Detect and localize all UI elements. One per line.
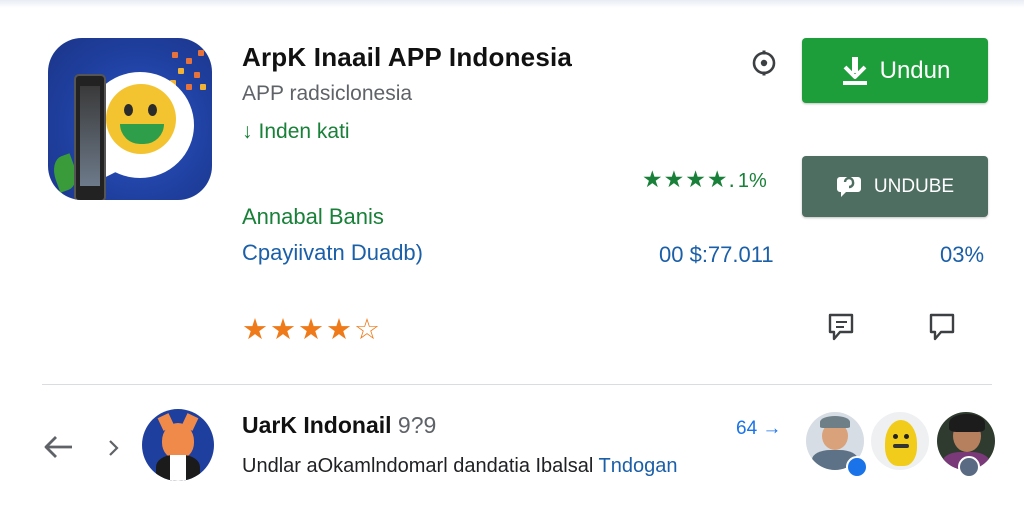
stat-percent: 03% xyxy=(940,242,985,267)
flag-icon[interactable] xyxy=(826,312,856,344)
download-label: Undun xyxy=(879,56,951,84)
star-rating: ★★★★☆ xyxy=(242,314,382,346)
review-count: 64 xyxy=(736,418,758,439)
download-button[interactable]: Undun xyxy=(802,38,988,103)
review-desc-link[interactable]: Tndogan xyxy=(599,455,678,477)
stat-value: 00 $:77.011 xyxy=(659,242,774,267)
reviewer-number: 9?9 xyxy=(397,412,437,438)
right-arrow-icon: → xyxy=(762,418,782,439)
settings-icon[interactable] xyxy=(751,50,777,76)
chevron-right-icon[interactable] xyxy=(106,436,122,460)
green-stars: ★★★★. xyxy=(642,166,736,192)
app-logo-icon xyxy=(48,38,212,200)
chat-icon xyxy=(836,176,861,197)
download-icon xyxy=(842,56,867,85)
installed-label: Inden kati xyxy=(258,120,350,143)
section-divider xyxy=(42,384,992,385)
down-arrow-icon: ↓ xyxy=(242,120,253,143)
review-desc-prefix: Undlar a xyxy=(242,455,318,477)
reviewer-name: UarK Indonail 9?9 xyxy=(242,412,436,439)
stat-label-green: Annabal Banis xyxy=(242,204,384,229)
green-rating-value: 1% xyxy=(737,170,767,192)
review-count-link[interactable]: 64 → xyxy=(736,418,781,440)
status-badge-icon xyxy=(958,456,980,478)
back-arrow-icon[interactable] xyxy=(42,434,76,460)
app-title: ArpK Inaail APP Indonesia xyxy=(242,42,573,72)
user-avatar-2[interactable] xyxy=(871,412,929,470)
stat-label-blue: Cpayiivatn Duadb) xyxy=(242,240,423,265)
top-border xyxy=(0,0,1024,8)
unsubscribe-label: UNDUBE xyxy=(873,175,955,197)
comment-icon[interactable] xyxy=(927,312,957,344)
green-rating: ★★★★. 1% xyxy=(642,166,767,193)
reviewer-name-text: UarK Indonail xyxy=(242,412,392,438)
review-desc-mid: Okamlndomarl dandatia Ibalsal xyxy=(317,455,594,477)
installed-status: ↓ Inden kati xyxy=(242,120,350,144)
unsubscribe-button[interactable]: UNDUBE xyxy=(802,156,988,217)
review-description: Undlar aOkamlndomarl dandatia Ibalsal Tn… xyxy=(242,455,677,478)
app-subtitle: APP radsiclonesia xyxy=(242,82,413,105)
reviewer-avatar[interactable] xyxy=(142,409,214,481)
verified-badge-icon xyxy=(846,456,868,478)
